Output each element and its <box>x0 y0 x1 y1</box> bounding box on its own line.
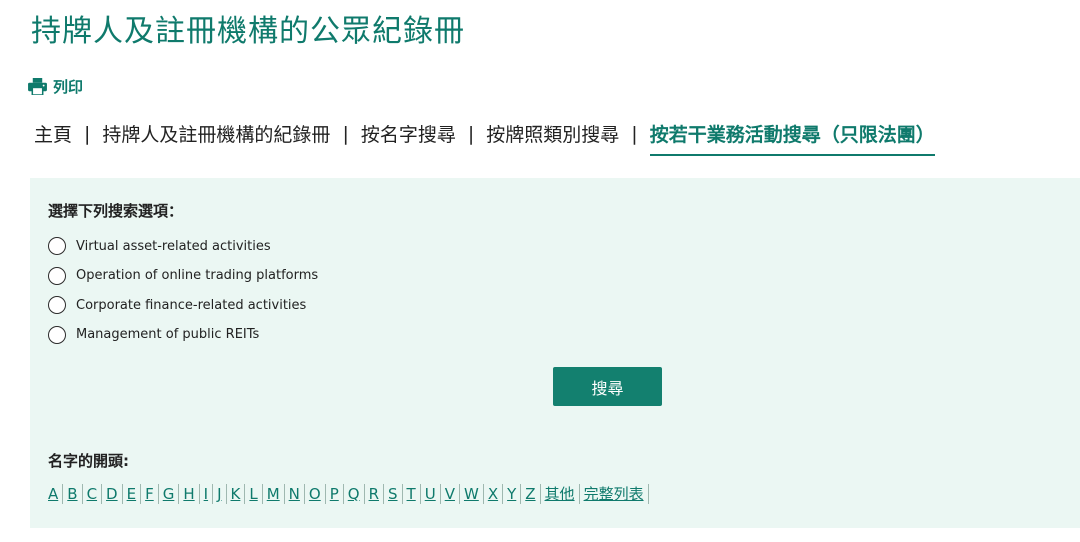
letter-link[interactable]: S <box>384 484 403 504</box>
letter-link[interactable]: F <box>141 484 159 504</box>
radio-button[interactable] <box>48 266 66 285</box>
letter-link[interactable]: L <box>245 484 263 504</box>
letter-link[interactable]: O <box>305 484 326 504</box>
letter-link[interactable]: 完整列表 <box>580 484 649 504</box>
letter-link[interactable]: G <box>159 484 180 504</box>
letter-link[interactable]: H <box>179 484 200 504</box>
letter-link[interactable]: B <box>63 484 83 504</box>
letter-link[interactable]: T <box>403 484 421 504</box>
letter-link[interactable]: A <box>48 484 64 504</box>
search-button[interactable]: 搜尋 <box>553 367 662 406</box>
page-title: 持牌人及註冊機構的公眾紀錄冊 <box>31 14 465 49</box>
nav-home[interactable]: 主頁 <box>34 120 72 147</box>
breadcrumb-nav: 主頁 | 持牌人及註冊機構的紀錄冊 | 按名字搜尋 | 按牌照類別搜尋 | 按若… <box>34 120 935 156</box>
radio-button[interactable] <box>48 325 66 344</box>
option-virtual-asset[interactable]: Virtual asset-related activities <box>48 236 318 256</box>
option-label: Management of public REITs <box>76 327 260 342</box>
letter-link[interactable]: C <box>83 484 103 504</box>
letter-link[interactable]: P <box>326 484 344 504</box>
search-options: Virtual asset-related activities Operati… <box>48 236 318 354</box>
option-label: Corporate finance-related activities <box>76 297 307 313</box>
options-label: 選擇下列搜索選項： <box>48 202 184 220</box>
print-link[interactable]: 列印 <box>28 76 83 97</box>
nav-separator: | <box>631 122 638 145</box>
letter-link[interactable]: J <box>213 484 227 504</box>
letter-link[interactable]: X <box>484 484 504 504</box>
radio-button[interactable] <box>48 237 66 255</box>
printer-icon <box>28 78 47 95</box>
option-label: Operation of online trading platforms <box>76 268 319 283</box>
letter-link[interactable]: 其他 <box>541 484 580 504</box>
letter-link[interactable]: W <box>460 484 484 504</box>
option-corporate-finance[interactable]: Corporate finance-related activities <box>48 295 318 315</box>
nav-search-by-business-activity[interactable]: 按若干業務活動搜尋（只限法團） <box>649 120 935 156</box>
letter-link[interactable]: U <box>421 484 441 504</box>
print-label: 列印 <box>53 78 84 96</box>
nav-search-by-licence-type[interactable]: 按牌照類別搜尋 <box>486 120 619 147</box>
letter-link[interactable]: Z <box>521 484 541 504</box>
letter-link[interactable]: I <box>200 484 214 504</box>
radio-button[interactable] <box>48 296 66 314</box>
letter-link[interactable]: Q <box>344 484 365 504</box>
letter-index: A B C D E F G H I J K L M N O P Q R S T U V W X Y Z 其他 完整列表 <box>48 484 649 504</box>
option-public-reits[interactable]: Management of public REITs <box>48 325 318 345</box>
letter-link[interactable]: E <box>123 484 142 504</box>
option-label: Virtual asset-related activities <box>76 238 271 254</box>
nav-register[interactable]: 持牌人及註冊機構的紀錄冊 <box>102 120 330 147</box>
letter-link[interactable]: K <box>227 484 246 504</box>
letter-link[interactable]: D <box>102 484 123 504</box>
letter-link[interactable]: V <box>441 484 460 504</box>
letter-link[interactable]: R <box>365 484 385 504</box>
letter-link[interactable]: N <box>285 484 305 504</box>
nav-separator: | <box>467 122 475 145</box>
nav-separator: | <box>84 122 91 145</box>
names-label: 名字的開頭: <box>48 452 129 470</box>
nav-search-by-name[interactable]: 按名字搜尋 <box>361 120 456 147</box>
search-panel: 選擇下列搜索選項： Virtual asset-related activiti… <box>30 178 1080 528</box>
nav-separator: | <box>342 122 349 145</box>
option-online-trading[interactable]: Operation of online trading platforms <box>48 266 318 286</box>
letter-link[interactable]: M <box>263 484 285 504</box>
letter-link[interactable]: Y <box>503 484 522 504</box>
